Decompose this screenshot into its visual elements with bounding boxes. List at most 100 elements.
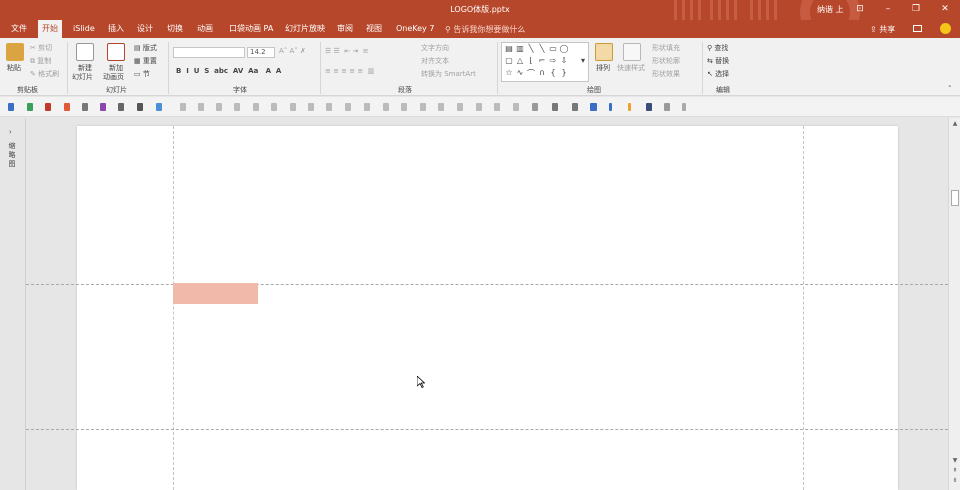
copy-button[interactable]: ⧉ 复制 — [30, 56, 51, 66]
qat-tool-icon[interactable] — [364, 103, 370, 111]
qat-tool-icon[interactable] — [180, 103, 186, 111]
new-animation-label-2[interactable]: 动画页 — [103, 72, 124, 82]
shape-brace-right-icon[interactable]: } — [559, 68, 569, 77]
qat-tool-icon[interactable] — [401, 103, 407, 111]
replace-button[interactable]: ⇆ 替换 — [707, 56, 729, 66]
reset-button[interactable]: ▦ 重置 — [134, 56, 157, 66]
cut-button[interactable]: ✂ 剪切 — [30, 43, 52, 53]
smiley-icon[interactable] — [940, 23, 951, 34]
share-button[interactable]: ⇪ 共享 — [870, 24, 895, 35]
vertical-scrollbar[interactable]: ▲ ▼ ⇞ ⇟ — [948, 118, 960, 490]
arrange-icon[interactable] — [595, 43, 613, 61]
tab-pocket-animation[interactable]: 口袋动画 PA — [225, 20, 277, 38]
save-icon[interactable] — [100, 103, 106, 111]
insert-picture-icon[interactable] — [137, 103, 143, 111]
shape-curve-icon[interactable]: ∿ — [515, 68, 525, 77]
record-icon[interactable] — [64, 103, 70, 111]
tab-review[interactable]: 审阅 — [333, 20, 357, 38]
highlight-rectangle-shape[interactable] — [173, 283, 258, 304]
scroll-down-icon[interactable]: ▼ — [949, 457, 960, 464]
close-icon[interactable]: ✕ — [937, 2, 953, 16]
shape-rounded-rect-icon[interactable]: ▢ — [504, 56, 514, 65]
align-center-icon[interactable] — [27, 103, 33, 111]
next-slide-icon[interactable]: ⇟ — [949, 477, 960, 484]
find-button[interactable]: ⚲ 查找 — [707, 43, 728, 53]
tab-transitions[interactable]: 切换 — [163, 20, 187, 38]
shape-down-arrow-icon[interactable]: ⇩ — [559, 56, 569, 65]
horizontal-guide[interactable] — [26, 284, 948, 285]
arrange-button[interactable]: 排列 — [596, 63, 610, 73]
qat-tool-icon[interactable] — [383, 103, 389, 111]
qat-tool-icon[interactable] — [532, 103, 538, 111]
line-orange-icon[interactable] — [628, 103, 631, 111]
qat-tool-icon[interactable] — [326, 103, 332, 111]
tab-animations[interactable]: 动画 — [193, 20, 217, 38]
shape-oval-icon[interactable]: ◯ — [559, 44, 569, 53]
text-direction-button[interactable]: 文字方向 — [421, 43, 449, 53]
list-buttons[interactable]: ☰ ☰ ⇤ ⇥ ≡ — [325, 47, 369, 55]
shape-triangle-icon[interactable]: △ — [515, 56, 525, 65]
layout-button[interactable]: ▤ 版式 — [134, 43, 157, 53]
tab-onekey[interactable]: OneKey 7 — [392, 20, 438, 38]
shape-brace-left-icon[interactable]: { — [548, 68, 558, 77]
new-animation-icon[interactable] — [107, 43, 125, 61]
align-middle-icon[interactable] — [45, 103, 51, 111]
tab-insert[interactable]: 插入 — [104, 20, 128, 38]
tell-me-box[interactable]: ⚲ 告诉我你想要做什么 — [445, 24, 525, 35]
tab-home[interactable]: 开始 — [38, 20, 62, 38]
vertical-guide[interactable] — [173, 126, 174, 490]
chevron-down-icon[interactable]: ▾ — [578, 56, 588, 65]
shape-star-icon[interactable]: ☆ — [504, 68, 514, 77]
vertical-guide[interactable] — [803, 126, 804, 490]
select-button[interactable]: ↖ 选择 — [707, 69, 729, 79]
unlock-icon[interactable] — [664, 103, 670, 111]
presenter-icon[interactable] — [118, 103, 124, 111]
tab-islide[interactable]: iSlide — [69, 20, 99, 38]
shape-outline-button[interactable]: 形状轮廓 — [652, 56, 680, 66]
tab-file[interactable]: 文件 — [7, 20, 31, 38]
qat-tool-icon[interactable] — [476, 103, 482, 111]
qat-tool-icon[interactable] — [572, 103, 578, 111]
qat-tool-icon[interactable] — [216, 103, 222, 111]
shape-textbox-icon[interactable]: ▤ — [504, 44, 514, 53]
shapes-gallery[interactable]: ▤ ▥ ╲ ╲ ▭ ◯ ▢ △ ⌊ ⌐ ⇨ ⇩ ☆ ∿ ⌒ ∩ { } ▾ — [501, 42, 589, 82]
smartart-button[interactable]: 转换为 SmartArt — [421, 69, 476, 79]
qat-tool-icon[interactable] — [198, 103, 204, 111]
shape-effects-button[interactable]: 形状效果 — [652, 69, 680, 79]
font-size-field[interactable]: 14.2 — [247, 47, 275, 58]
section-button[interactable]: ▭ 节 — [134, 69, 150, 79]
horizontal-guide[interactable] — [26, 429, 948, 430]
new-slide-icon[interactable] — [76, 43, 94, 61]
ribbon-display-icon[interactable]: ⊡ — [852, 2, 868, 16]
slide-canvas[interactable] — [77, 126, 898, 490]
qat-tool-icon[interactable] — [290, 103, 296, 111]
scroll-up-icon[interactable]: ▲ — [949, 120, 960, 127]
align-left-icon[interactable] — [8, 103, 14, 111]
restore-icon[interactable]: ❐ — [908, 2, 924, 16]
quick-styles-icon[interactable] — [623, 43, 641, 61]
font-size-adjust-icons[interactable]: A˄ A˅ ✗ — [279, 47, 306, 55]
shape-right-arrow-icon[interactable]: ⇨ — [548, 56, 558, 65]
shape-freeform-icon[interactable]: ∩ — [537, 68, 547, 77]
qat-tool-icon[interactable] — [438, 103, 444, 111]
shape-elbow-arrow-icon[interactable]: ⌐ — [537, 56, 547, 65]
expand-thumbnails-icon[interactable]: › — [9, 128, 12, 136]
qat-more-icon[interactable] — [682, 103, 686, 111]
previous-slide-icon[interactable]: ⇞ — [949, 467, 960, 474]
font-name-field[interactable] — [173, 47, 245, 58]
shape-arrow-icon[interactable]: ╲ — [537, 44, 547, 53]
align-buttons[interactable]: ≡ ≡ ≡ ≡ ≡ ▥ — [325, 67, 374, 75]
shape-arc-icon[interactable]: ⌒ — [526, 68, 536, 79]
shape-textbox-vertical-icon[interactable]: ▥ — [515, 44, 525, 53]
collapse-ribbon-icon[interactable]: ˄ — [948, 85, 952, 93]
shapes-icon[interactable] — [156, 103, 162, 111]
shape-rectangle-icon[interactable]: ▭ — [548, 44, 558, 53]
tab-slideshow[interactable]: 幻灯片放映 — [281, 20, 329, 38]
tab-view[interactable]: 视图 — [362, 20, 386, 38]
qat-tool-icon[interactable] — [513, 103, 519, 111]
qat-tool-icon[interactable] — [253, 103, 259, 111]
shape-fill-button[interactable]: 形状填充 — [652, 43, 680, 53]
paste-icon[interactable] — [6, 43, 24, 61]
comment-icon[interactable] — [913, 25, 922, 32]
minimize-icon[interactable]: – — [880, 2, 896, 16]
